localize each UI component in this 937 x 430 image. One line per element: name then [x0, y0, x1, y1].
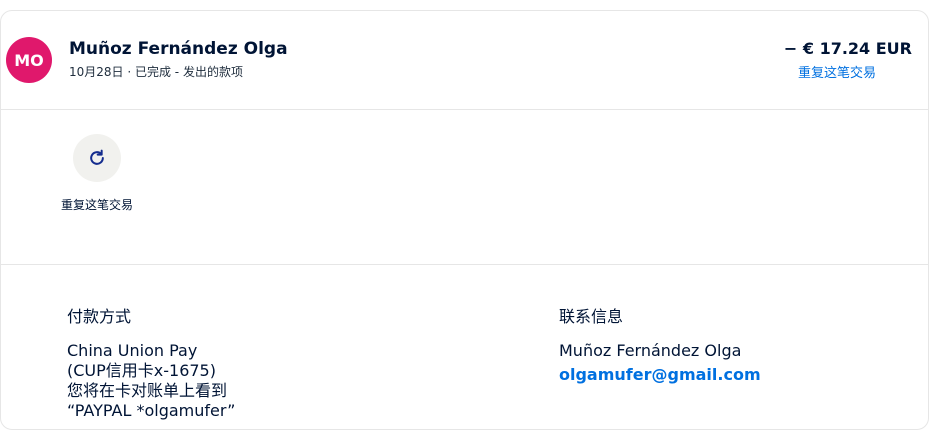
- avatar: MO: [6, 37, 52, 83]
- refresh-icon: [90, 149, 104, 165]
- transaction-card: MO Muñoz Fernández Olga 10月28日 · 已完成 - 发…: [0, 10, 929, 430]
- statement-descriptor: “PAYPAL *olgamufer”: [67, 401, 236, 420]
- repeat-button-circle[interactable]: [73, 134, 121, 182]
- repeat-button-label: 重复这笔交易: [60, 198, 133, 212]
- transaction-header: MO Muñoz Fernández Olga 10月28日 · 已完成 - 发…: [1, 11, 928, 110]
- contact-info-section: 联系信息 Muñoz Fernández Olga olgamufer@gmai…: [559, 303, 879, 384]
- payment-card-info: (CUP信用卡x-1675): [67, 361, 216, 380]
- transaction-amount: − € 17.24 EUR: [783, 39, 912, 58]
- statement-note: 您将在卡对账单上看到: [67, 381, 228, 400]
- payment-method-section: 付款方式 China Union Pay (CUP信用卡x-1675) 您将在卡…: [67, 303, 327, 421]
- payment-method-title: 付款方式: [67, 307, 132, 326]
- contact-email-link[interactable]: olgamufer@gmail.com: [559, 365, 879, 384]
- payment-method-name: China Union Pay: [67, 341, 198, 360]
- repeat-transaction-link[interactable]: 重复这笔交易: [798, 62, 876, 81]
- actions-section: 重复这笔交易: [1, 110, 928, 265]
- repeat-transaction-button[interactable]: 重复这笔交易: [59, 134, 135, 214]
- transaction-meta: 10月28日 · 已完成 - 发出的款项: [69, 65, 243, 79]
- contact-name: Muñoz Fernández Olga: [559, 341, 742, 360]
- contact-info-title: 联系信息: [559, 307, 624, 326]
- counterparty-name: Muñoz Fernández Olga: [69, 39, 288, 59]
